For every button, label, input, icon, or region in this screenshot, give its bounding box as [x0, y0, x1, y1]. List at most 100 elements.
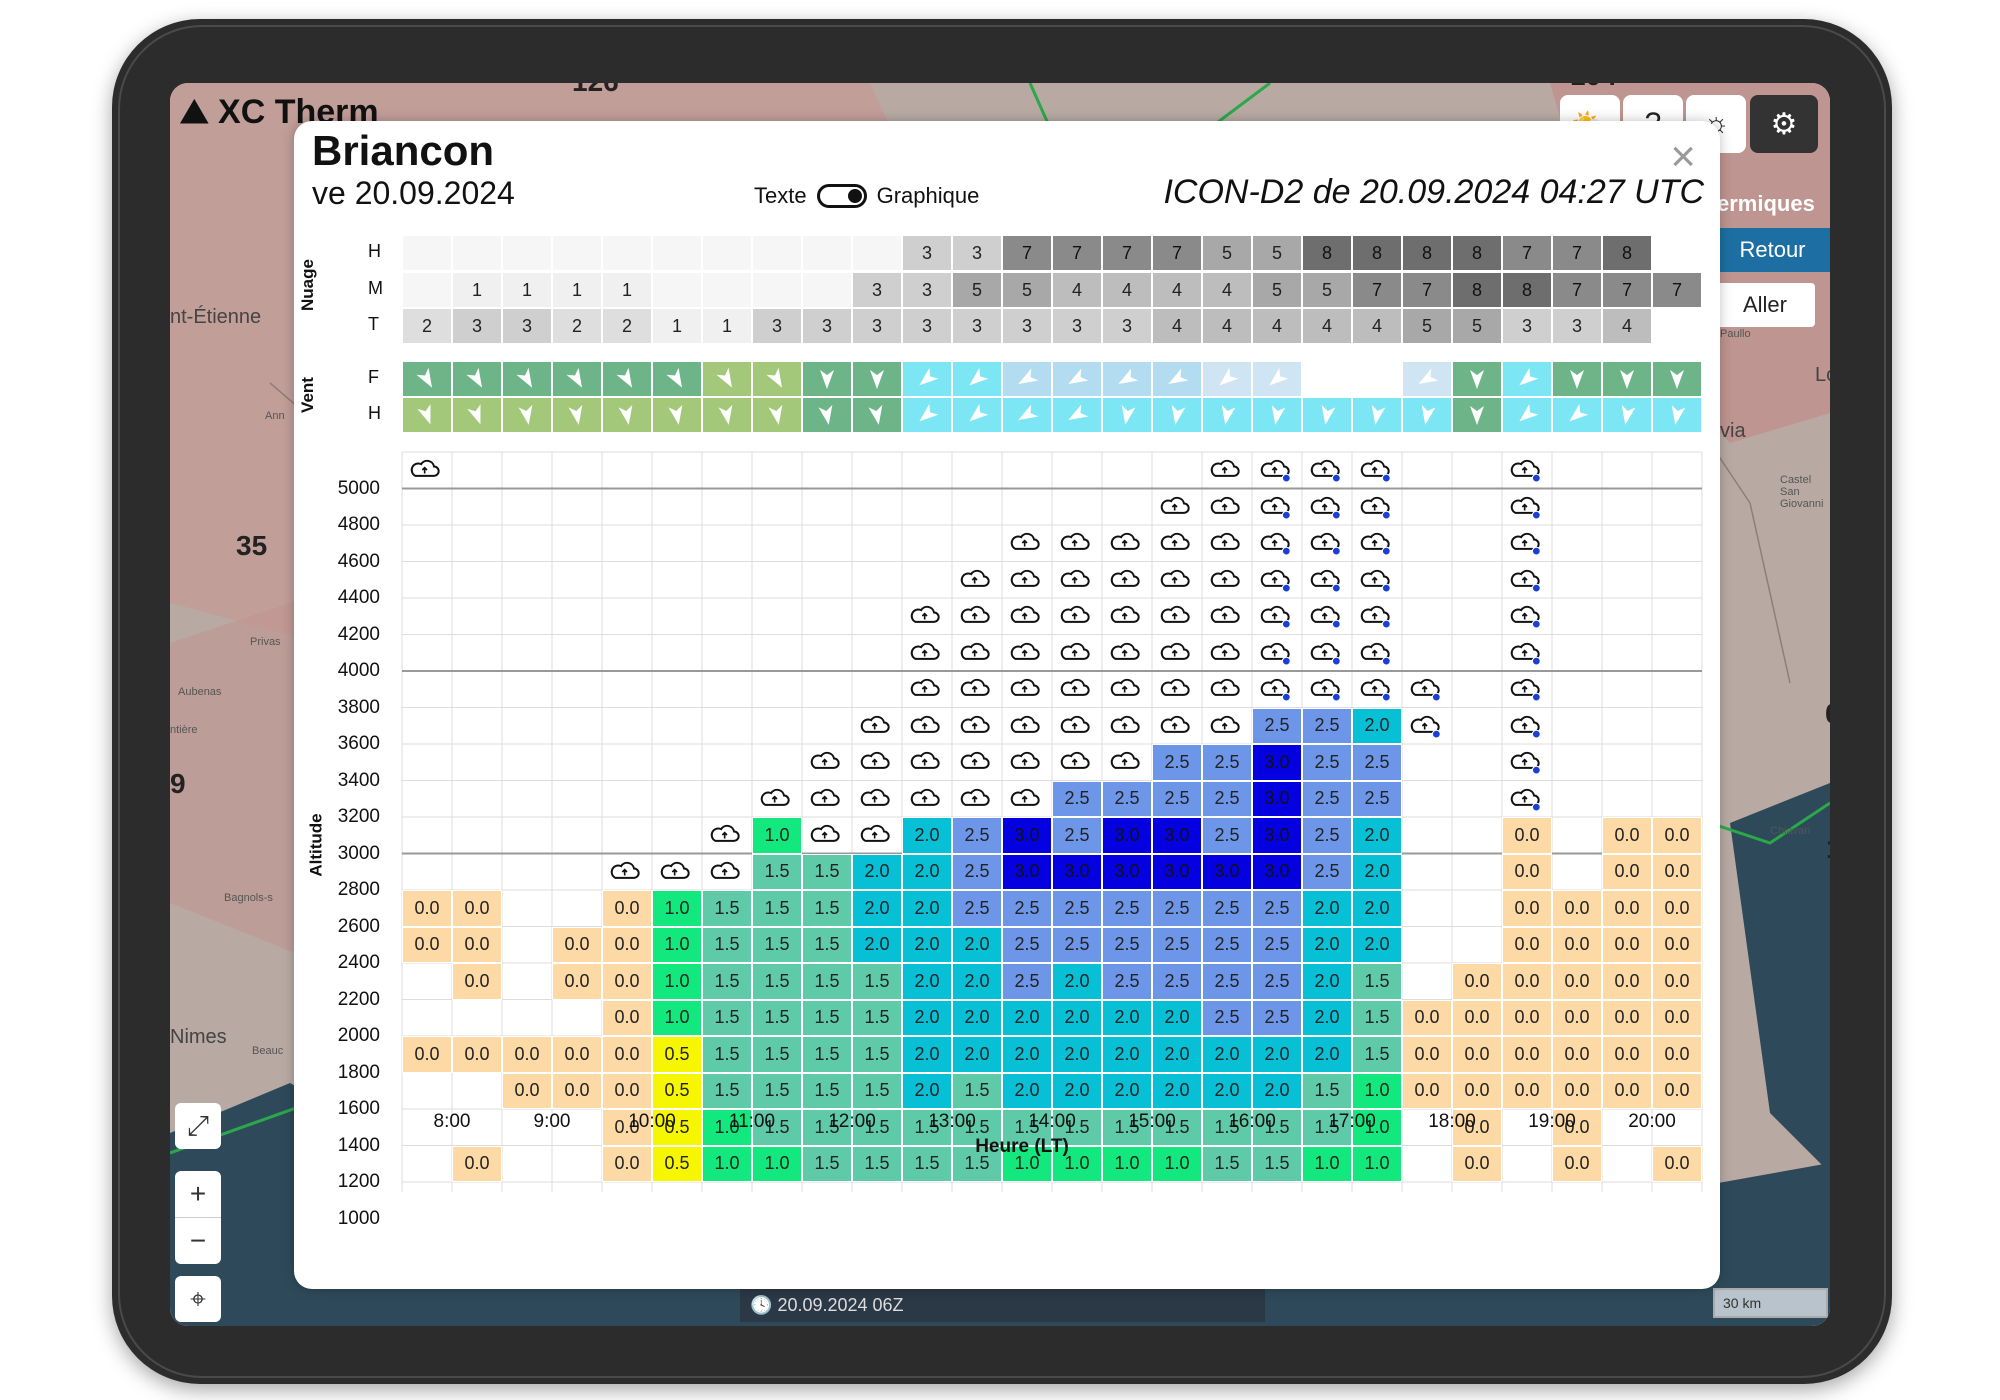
rain-cloud-icon	[1510, 679, 1541, 702]
thermal-cell: 3.0	[1252, 780, 1302, 817]
map-label: 35	[236, 530, 268, 561]
thermal-cell: 2.0	[1302, 963, 1352, 1000]
thermal-cell: 0.0	[602, 890, 652, 927]
cumulus-cell	[1352, 452, 1402, 489]
cloud-icon	[1160, 606, 1190, 624]
cloud-icon	[1010, 606, 1040, 624]
thermal-cell: 3.0	[1102, 853, 1152, 890]
cumulus-cell	[1402, 708, 1452, 745]
thermal-cell: 1.5	[752, 926, 802, 963]
thermal-cell: 1.5	[702, 963, 752, 1000]
cloud-icon	[810, 788, 840, 806]
cumulus-cell	[1152, 671, 1202, 708]
thermal-cell: 0.0	[1552, 963, 1602, 1000]
cumulus-cell	[852, 781, 902, 818]
expand-icon: ⤢	[186, 1109, 210, 1141]
thermal-cell: 1.5	[852, 1072, 902, 1109]
thermal-cell: 0.0	[1452, 1145, 1502, 1182]
x-axis-label: Heure (LT)	[975, 1136, 1069, 1157]
cumulus-cell	[852, 817, 902, 854]
thermal-cell: 2.0	[1152, 999, 1202, 1036]
thermal-cell: 0.0	[1652, 890, 1702, 927]
thermal-cell: 0.0	[1652, 999, 1702, 1036]
cumulus-cell	[1502, 635, 1552, 672]
thermal-cell: 2.5	[952, 817, 1002, 854]
thermal-cell: 1.0	[1302, 1145, 1352, 1182]
thermal-cell: 2.5	[1202, 963, 1252, 1000]
thermal-cell: 2.0	[902, 999, 952, 1036]
time-label: 20.09.2024 06Z	[777, 1294, 904, 1315]
cumulus-cell	[902, 781, 952, 818]
thermal-cell: 1.5	[752, 999, 802, 1036]
thermal-cell: 0.0	[602, 1145, 652, 1182]
thermal-cell: 2.0	[952, 926, 1002, 963]
thermal-cell: 2.0	[1252, 1036, 1302, 1073]
locate-button[interactable]: ⌖	[175, 1276, 221, 1322]
thermal-cell: 2.5	[1102, 963, 1152, 1000]
retour-button[interactable]: Retour	[1710, 228, 1830, 272]
cumulus-cell	[1352, 635, 1402, 672]
time-bar[interactable]: 🕓 20.09.2024 06Z	[740, 1288, 1265, 1322]
cumulus-cell	[1102, 708, 1152, 745]
altitude-tick: 4800	[337, 514, 380, 535]
zoom-out-button[interactable]: −	[175, 1217, 221, 1264]
fullscreen-button[interactable]: ⤢	[175, 1103, 221, 1149]
settings-button[interactable]: ⚙	[1750, 95, 1818, 153]
cloud-icon	[1010, 642, 1040, 660]
cloud-icon	[1010, 569, 1040, 587]
thermal-cell: 1.5	[802, 890, 852, 927]
thermal-cell: 2.5	[1202, 817, 1252, 854]
thermal-cell: 1.5	[1252, 1145, 1302, 1182]
thermal-cell: 0.0	[402, 890, 452, 927]
aller-button[interactable]: Aller	[1715, 283, 1815, 327]
thermal-cell: 2.0	[1152, 1072, 1202, 1109]
cloud-icon	[810, 825, 840, 843]
cumulus-cell	[952, 781, 1002, 818]
cloud-icon	[1160, 715, 1190, 733]
cumulus-cell	[1352, 489, 1402, 526]
thermal-cell: 0.0	[1602, 1036, 1652, 1073]
thermal-cell: 0.0	[1652, 853, 1702, 890]
thermal-cell: 2.0	[902, 926, 952, 963]
thermal-cell: 2.0	[1102, 1036, 1152, 1073]
altitude-tick: 5000	[337, 477, 380, 499]
thermal-cell: 2.5	[1252, 926, 1302, 963]
thermal-cell: 2.0	[902, 1072, 952, 1109]
thermal-cell: 0.0	[452, 890, 502, 927]
thermal-cell: 2.5	[1052, 780, 1102, 817]
cumulus-cell	[702, 817, 752, 854]
thermal-cell: 2.5	[1302, 853, 1352, 890]
thermal-cell: 1.5	[702, 1072, 752, 1109]
thermal-cell: 2.5	[1202, 999, 1252, 1036]
cumulus-cell	[1202, 452, 1252, 489]
cumulus-cell	[902, 708, 952, 745]
hour-tick: 18:00	[1428, 1111, 1476, 1132]
hour-tick: 12:00	[828, 1111, 876, 1132]
cumulus-cell	[1202, 708, 1252, 745]
zoom-in-button[interactable]: +	[175, 1171, 221, 1217]
cloud-icon	[1060, 606, 1090, 624]
cumulus-cell	[1202, 598, 1252, 635]
cloud-icon	[1010, 752, 1040, 770]
thermal-cell: 0.0	[1552, 999, 1602, 1036]
altitude-tick: 4400	[337, 587, 380, 608]
thermal-cell: 0.0	[402, 1036, 452, 1073]
thermal-cell: 1.5	[752, 1036, 802, 1073]
cumulus-cell	[1152, 489, 1202, 526]
cloud-icon	[1160, 569, 1190, 587]
thermal-cell: 1.0	[652, 999, 702, 1036]
hour-tick: 13:00	[928, 1111, 976, 1132]
thermal-cell: 1.5	[702, 999, 752, 1036]
rain-cloud-icon	[1260, 496, 1291, 520]
map-label: 0	[1825, 698, 1830, 730]
cumulus-cell	[1302, 671, 1352, 708]
thermal-cell: 2.5	[952, 853, 1002, 890]
hour-tick: 19:00	[1528, 1111, 1576, 1132]
cumulus-cell	[1252, 562, 1302, 599]
cumulus-cell	[802, 781, 852, 818]
hour-tick: 10:00	[628, 1111, 676, 1132]
cloud-icon	[860, 752, 890, 770]
thermal-cell: 2.0	[902, 963, 952, 1000]
altitude-tick: 2800	[337, 879, 380, 900]
rain-cloud-icon	[1410, 715, 1441, 739]
